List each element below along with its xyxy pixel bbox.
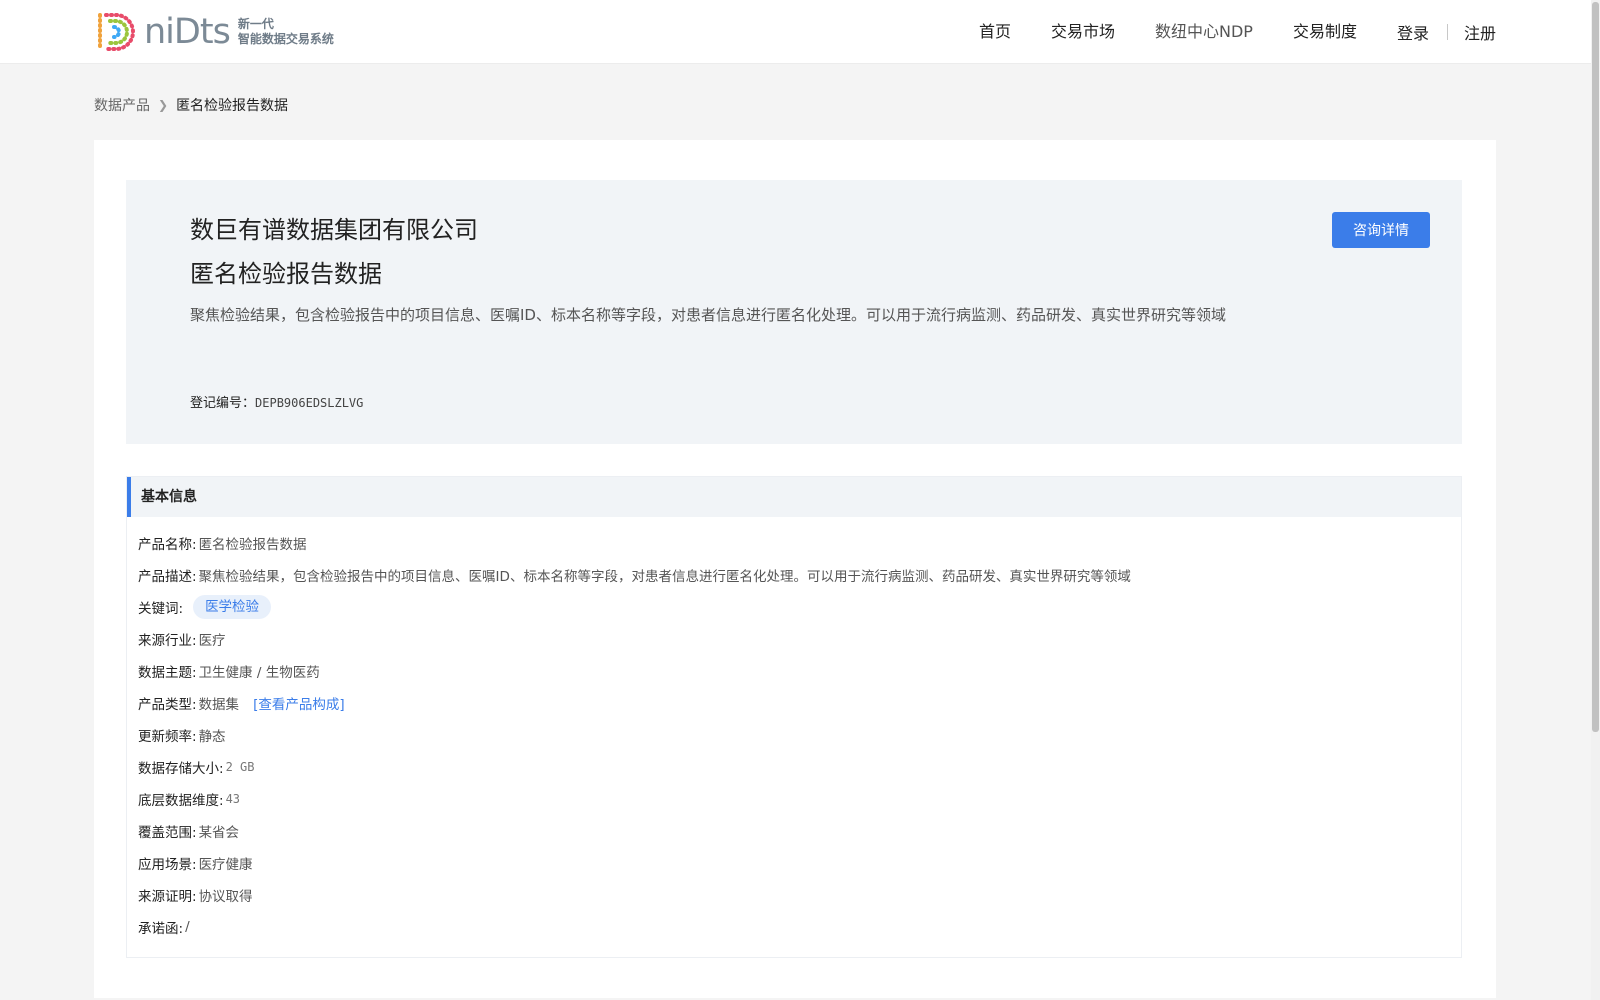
info-row-industry: 来源行业: 医疗 [138,623,1461,655]
info-row-product-name: 产品名称: 匿名检验报告数据 [138,527,1461,559]
product-hero: 数巨有谱数据集团有限公司 匿名检验报告数据 聚焦检验结果，包含检验报告中的项目信… [126,180,1462,444]
registration-number: 登记编号：DEPB906EDSLZLVG [190,392,363,411]
nav-market[interactable]: 交易市场 [1051,0,1115,64]
info-row-storage: 数据存储大小: 2 GB [138,751,1461,783]
info-value: / [185,919,190,935]
login-link[interactable]: 登录 [1397,20,1429,44]
info-label: 产品描述: [138,569,197,585]
product-summary: 聚焦检验结果，包含检验报告中的项目信息、医嘱ID、标本名称等字段，对患者信息进行… [190,306,1226,324]
info-value: 数据集 [198,697,240,713]
company-name: 数巨有谱数据集团有限公司 [190,216,478,244]
info-row-commitment: 承诺函: / [138,911,1461,943]
logo-wordmark: niDts [144,12,231,52]
info-label: 产品名称: [138,537,197,553]
info-value: 医疗 [198,633,226,649]
info-row-coverage: 覆盖范围: 某省会 [138,815,1461,847]
info-value: 43 [225,792,241,806]
info-row-scenario: 应用场景: 医疗健康 [138,847,1461,879]
basic-info-section: 基本信息 产品名称: 匿名检验报告数据 产品描述: 聚焦检验结果，包含检验报告中… [126,476,1462,958]
registration-label: 登记编号： [190,396,256,411]
logo-d-icon [98,13,135,51]
info-label: 关键词: [138,601,184,617]
nav-rules[interactable]: 交易制度 [1293,0,1357,64]
basic-info-heading: 基本信息 [127,477,1461,517]
register-link[interactable]: 注册 [1464,20,1496,44]
info-value: 某省会 [198,825,240,841]
basic-info-list: 产品名称: 匿名检验报告数据 产品描述: 聚焦检验结果，包含检验报告中的项目信息… [127,517,1461,943]
view-composition-link[interactable]: [查看产品构成] [253,693,345,713]
registration-value: DEPB906EDSLZLVG [255,396,364,410]
logo-tagline-1: 新一代 [237,17,274,31]
info-label: 来源行业: [138,633,197,649]
info-label: 应用场景: [138,857,197,873]
keyword-tag[interactable]: 医学检验 [193,595,272,619]
info-label: 数据存储大小: [138,761,224,777]
logo-tagline-2: 智能数据交易系统 [237,32,334,46]
info-value: 聚焦检验结果，包含检验报告中的项目信息、医嘱ID、标本名称等字段，对患者信息进行… [198,569,1131,585]
info-label: 数据主题: [138,665,197,681]
info-label: 更新频率: [138,729,197,745]
info-value: 协议取得 [198,889,253,905]
info-label: 产品类型: [138,697,197,713]
info-row-product-type: 产品类型: 数据集 [查看产品构成] [138,687,1461,719]
breadcrumb-current: 匿名检验报告数据 [176,98,289,114]
info-row-theme: 数据主题: 卫生健康 / 生物医药 [138,655,1461,687]
top-navbar: niDts 新一代 智能数据交易系统 首页 交易市场 数纽中心NDP 交易制度 … [0,0,1600,64]
info-label: 底层数据维度: [138,793,224,809]
scrollbar-thumb[interactable] [1592,2,1599,732]
info-value: 静态 [198,729,226,745]
info-row-keywords: 关键词: 医学检验 [138,591,1461,623]
info-row-update-freq: 更新频率: 静态 [138,719,1461,751]
info-label: 覆盖范围: [138,825,197,841]
info-row-product-desc: 产品描述: 聚焦检验结果，包含检验报告中的项目信息、医嘱ID、标本名称等字段，对… [138,559,1461,591]
info-value: 2 GB [225,760,255,774]
nav-ndp[interactable]: 数纽中心NDP [1155,0,1253,64]
consult-details-button[interactable]: 咨询详情 [1332,212,1430,248]
logo-tagline: 新一代 智能数据交易系统 [238,17,334,47]
info-label: 承诺函: [138,921,184,937]
info-value: 卫生健康 / 生物医药 [198,665,320,681]
info-value: 医疗健康 [198,857,253,873]
info-value: 匿名检验报告数据 [198,537,307,553]
info-row-source-proof: 来源证明: 协议取得 [138,879,1461,911]
breadcrumb-parent[interactable]: 数据产品 [94,95,150,115]
nav-home[interactable]: 首页 [979,0,1011,64]
auth-divider [1446,24,1448,40]
info-row-dimension: 底层数据维度: 43 [138,783,1461,815]
site-logo[interactable]: niDts 新一代 智能数据交易系统 [94,11,334,53]
product-detail-card: 数巨有谱数据集团有限公司 匿名检验报告数据 聚焦检验结果，包含检验报告中的项目信… [94,140,1496,998]
main-nav: 首页 交易市场 数纽中心NDP 交易制度 登录 注册 [939,0,1496,64]
product-title: 匿名检验报告数据 [190,260,382,288]
breadcrumb: 数据产品 ❯ 匿名检验报告数据 [94,95,288,115]
chevron-right-icon: ❯ [158,98,169,112]
page-scrollbar[interactable] [1591,0,1600,1000]
info-label: 来源证明: [138,889,197,905]
